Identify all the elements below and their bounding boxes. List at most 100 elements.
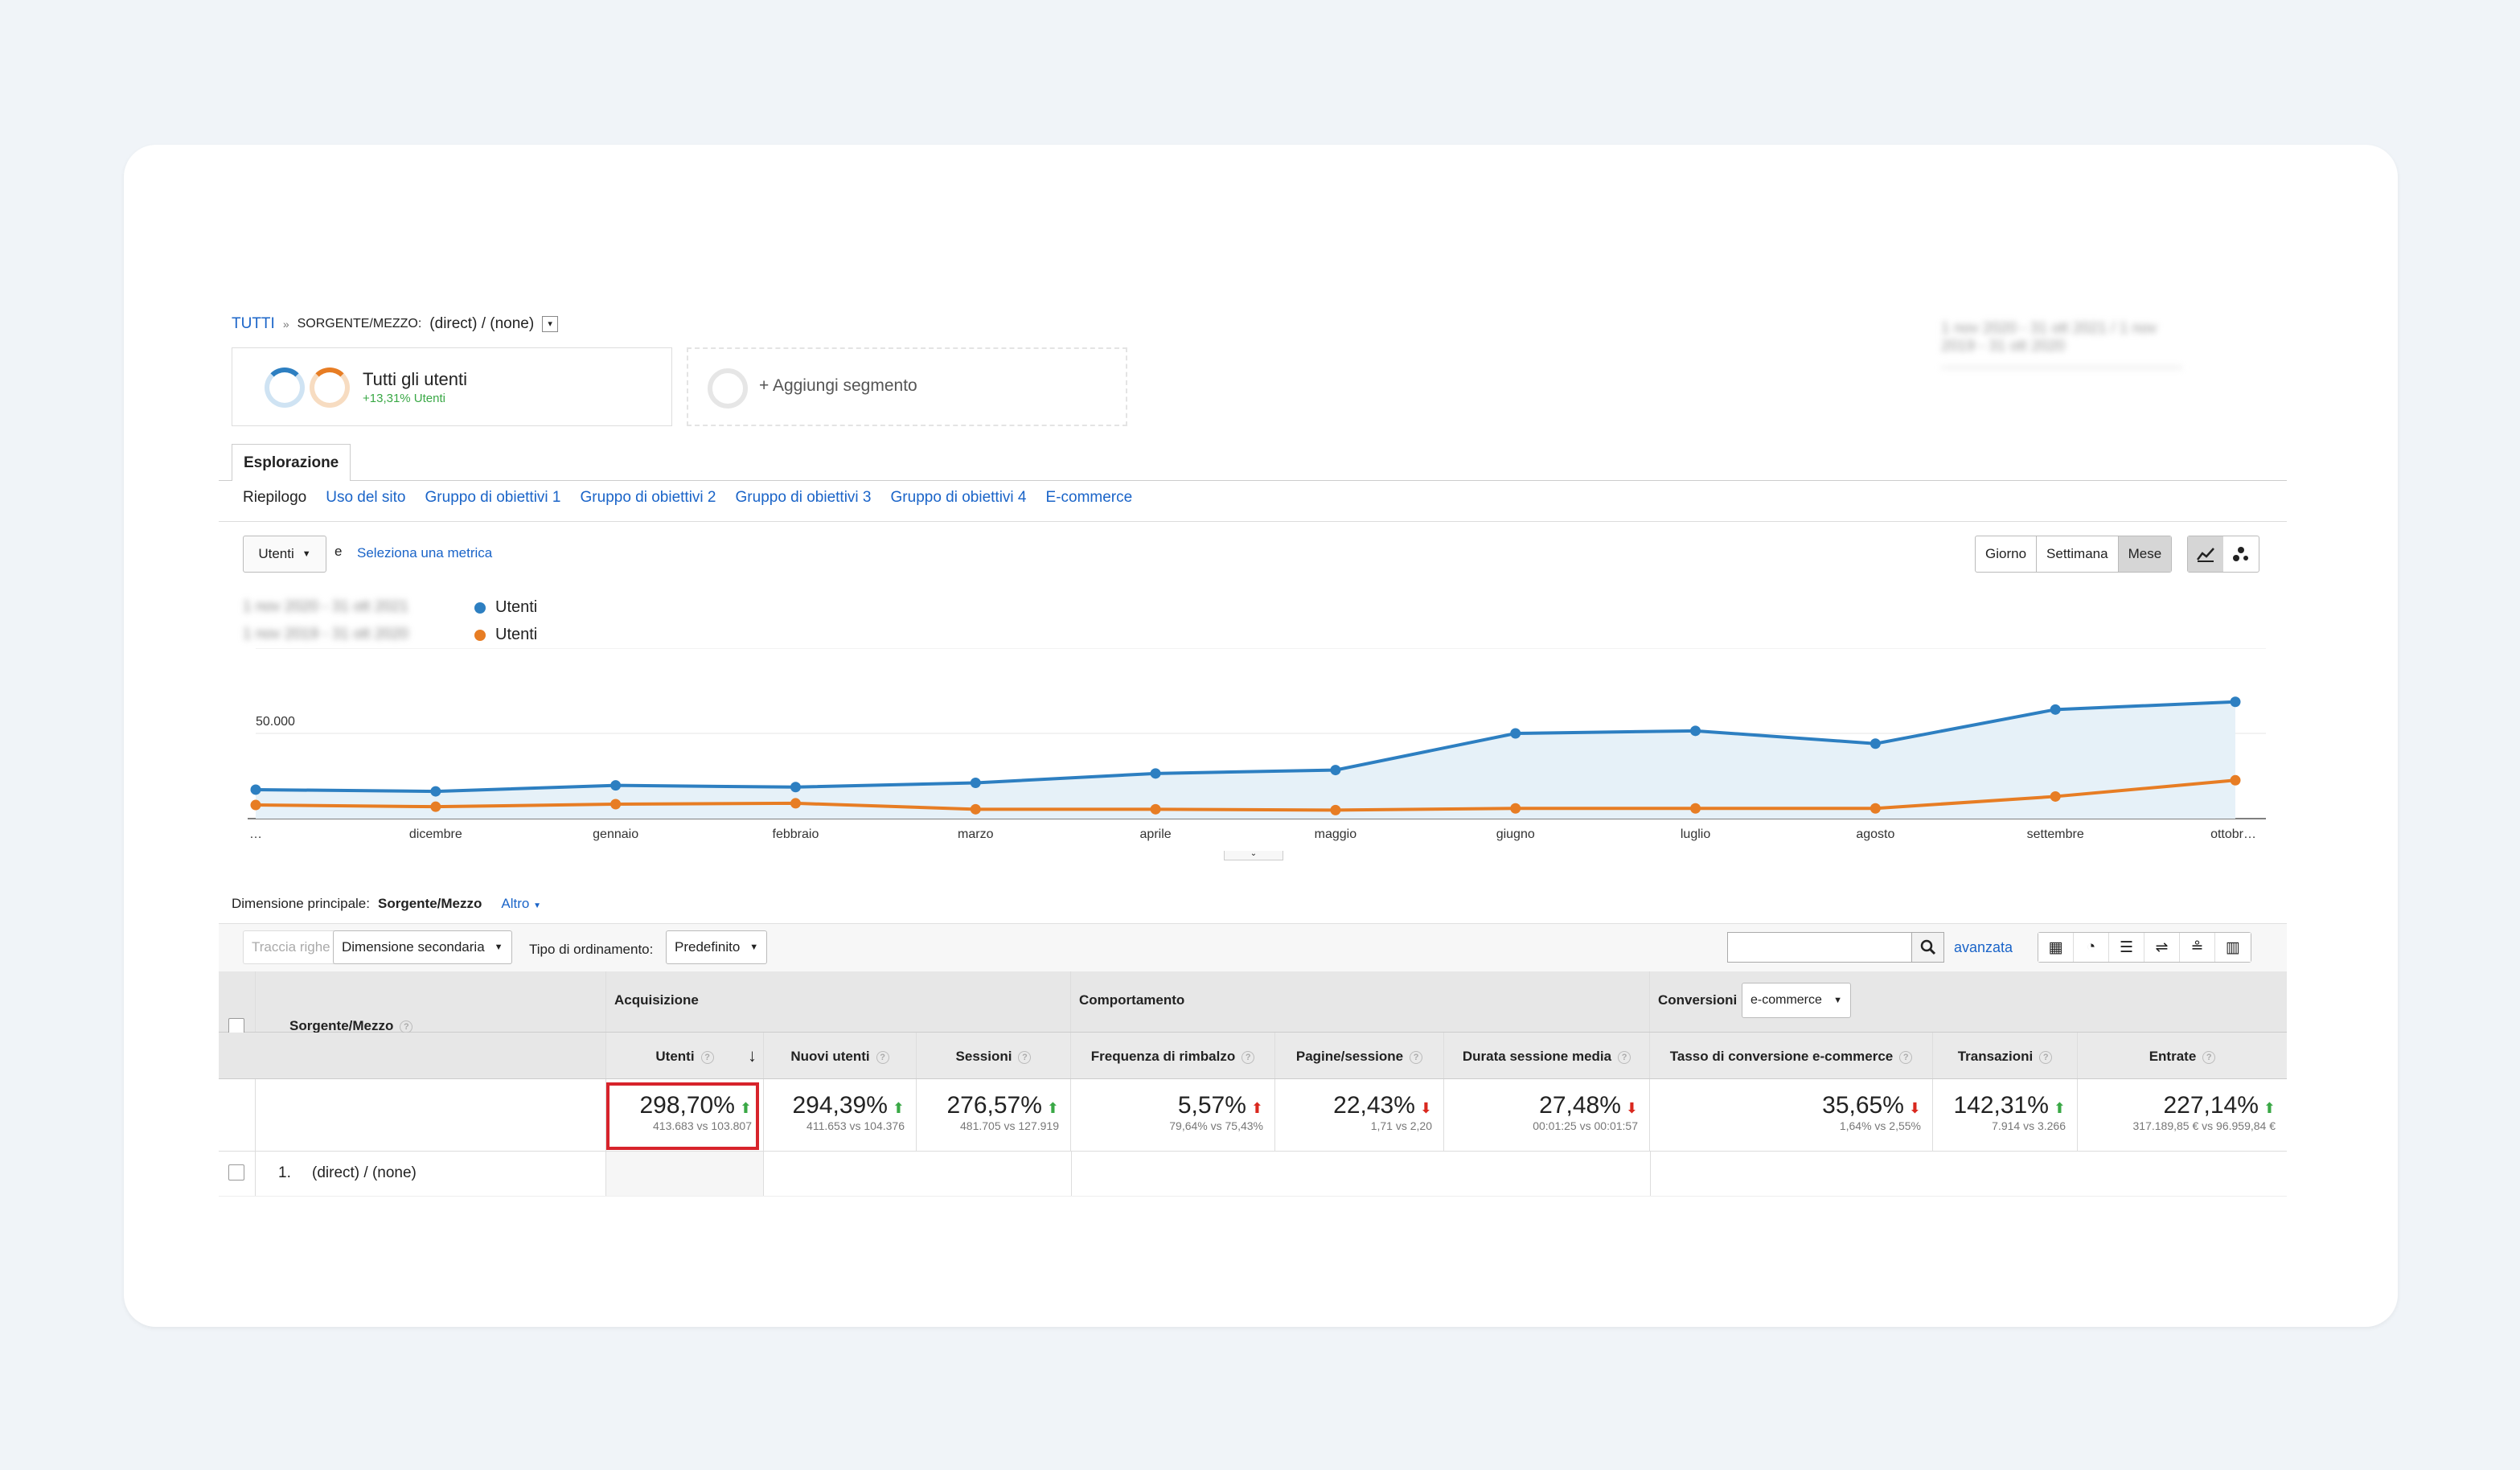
- data-point-previous: [2230, 774, 2241, 786]
- period-week-button[interactable]: Settimana: [2037, 536, 2119, 572]
- search-icon[interactable]: [1912, 932, 1944, 963]
- help-icon[interactable]: ?: [1242, 1050, 1255, 1064]
- subtab-site-usage[interactable]: Uso del sito: [326, 489, 405, 507]
- total-ecommerce-conversion-rate: 35,65% ⬇ 1,64% vs 2,55%: [1650, 1079, 1933, 1151]
- data-point-current: [1510, 728, 1521, 739]
- column-transactions[interactable]: Transazioni?: [1933, 1033, 2078, 1078]
- total-bounce-rate-value: 5,57%: [1177, 1092, 1246, 1119]
- column-ecommerce-conversion-rate[interactable]: Tasso di conversione e-commerce?: [1650, 1033, 1933, 1078]
- performance-view-icon[interactable]: ☰: [2109, 933, 2144, 962]
- data-point-previous: [1150, 803, 1161, 815]
- column-sessions[interactable]: Sessioni?: [917, 1033, 1071, 1078]
- table-view-icon[interactable]: ▦: [2038, 933, 2074, 962]
- column-transactions-label: Transazioni: [1957, 1049, 2034, 1064]
- motion-chart-icon[interactable]: [2223, 536, 2259, 572]
- help-icon[interactable]: ?: [2039, 1050, 2053, 1064]
- advanced-search-link[interactable]: avanzata: [1954, 939, 2013, 956]
- total-new-users-value: 294,39%: [792, 1092, 888, 1119]
- x-tick-label: luglio: [1681, 827, 1710, 841]
- subtab-goal-set-4[interactable]: Gruppo di obiettivi 4: [891, 489, 1027, 507]
- segment-subtitle: +13,31% Utenti: [363, 392, 445, 405]
- data-point-current: [2050, 704, 2061, 715]
- subtab-ecommerce[interactable]: E-commerce: [1046, 489, 1133, 507]
- legend-item-previous: Utenti: [474, 621, 537, 648]
- total-bounce-rate: 5,57% ⬆ 79,64% vs 75,43%: [1071, 1079, 1275, 1151]
- data-point-current: [1869, 738, 1881, 749]
- pivot-view-icon[interactable]: ▥: [2215, 933, 2251, 962]
- x-tick-label: dicembre: [409, 827, 462, 841]
- help-icon[interactable]: ?: [1618, 1050, 1631, 1064]
- group-conversions: Conversioni e-commerce ▼: [1650, 971, 2287, 1032]
- help-icon[interactable]: ?: [1410, 1050, 1423, 1064]
- data-point-previous: [1330, 804, 1341, 815]
- tab-explore[interactable]: Esplorazione: [232, 444, 351, 481]
- totals-spacer: [219, 1079, 256, 1151]
- x-tick-label: gennaio: [593, 827, 638, 841]
- subtab-summary[interactable]: Riepilogo: [243, 489, 306, 507]
- table-search-input[interactable]: [1727, 932, 1912, 963]
- subtab-goal-set-1[interactable]: Gruppo di obiettivi 1: [425, 489, 561, 507]
- row-select-cell: [219, 1152, 256, 1196]
- x-tick-label: ottobr…: [2210, 827, 2256, 841]
- chart-collapse-handle[interactable]: ⌄: [1224, 850, 1283, 860]
- row-index: 1.: [278, 1164, 291, 1181]
- trend-down-icon: ⬇: [1419, 1100, 1432, 1116]
- breadcrumb-dropdown-icon[interactable]: ▾: [542, 316, 559, 332]
- x-tick-label: aprile: [1140, 827, 1172, 841]
- date-range-picker[interactable]: 1 nov 2020 - 31 ott 2021 / 1 nov 2019 - …: [1941, 320, 2182, 368]
- pie-view-icon[interactable]: ◔: [2074, 933, 2109, 962]
- row-dimension-link[interactable]: (direct) / (none): [312, 1164, 417, 1182]
- data-point-current: [2230, 696, 2241, 708]
- breadcrumb: TUTTI » SORGENTE/MEZZO: (direct) / (none…: [232, 315, 559, 333]
- total-avg-session-duration-comparison: 00:01:25 vs 00:01:57: [1533, 1119, 1638, 1132]
- column-avg-session-duration-label: Durata sessione media: [1462, 1049, 1612, 1064]
- line-chart-icon[interactable]: [2188, 536, 2223, 572]
- legend-dot-orange-icon: [474, 629, 486, 641]
- help-icon[interactable]: ?: [876, 1050, 889, 1064]
- segment-all-users[interactable]: Tutti gli utenti +13,31% Utenti: [232, 347, 672, 426]
- total-avg-session-duration: 27,48% ⬇ 00:01:25 vs 00:01:57: [1444, 1079, 1650, 1151]
- help-icon[interactable]: ?: [1018, 1050, 1032, 1064]
- period-day-button[interactable]: Giorno: [1976, 536, 2038, 572]
- subtab-goal-set-2[interactable]: Gruppo di obiettivi 2: [581, 489, 716, 507]
- subtab-goal-set-3[interactable]: Gruppo di obiettivi 3: [736, 489, 872, 507]
- segment-ring-orange-icon: [310, 368, 350, 408]
- total-pages-session: 22,43% ⬇ 1,71 vs 2,20: [1275, 1079, 1444, 1151]
- x-tick-label: …: [249, 827, 262, 841]
- column-new-users[interactable]: Nuovi utenti?: [764, 1033, 917, 1078]
- breadcrumb-root[interactable]: TUTTI: [232, 315, 275, 333]
- data-point-current: [250, 784, 261, 795]
- total-ecommerce-conversion-rate-comparison: 1,64% vs 2,55%: [1839, 1119, 1921, 1132]
- trend-up-icon: ⬆: [2263, 1100, 2276, 1116]
- column-bounce-rate[interactable]: Frequenza di rimbalzo?: [1071, 1033, 1275, 1078]
- metric-dropdown[interactable]: Utenti ▼: [243, 536, 326, 573]
- help-icon[interactable]: ?: [400, 1020, 413, 1033]
- dimension-more-label: Altro: [501, 896, 530, 911]
- conversion-type-dropdown[interactable]: e-commerce ▼: [1742, 983, 1851, 1018]
- total-bounce-rate-comparison: 79,64% vs 75,43%: [1169, 1119, 1263, 1132]
- column-avg-session-duration[interactable]: Durata sessione media?: [1444, 1033, 1650, 1078]
- secondary-dimension-label: Dimensione secondaria: [342, 939, 485, 955]
- sort-type-dropdown[interactable]: Predefinito ▼: [666, 930, 768, 964]
- column-users[interactable]: Utenti? ↓: [606, 1033, 764, 1078]
- column-pages-session[interactable]: Pagine/sessione?: [1275, 1033, 1444, 1078]
- help-icon[interactable]: ?: [1899, 1050, 1913, 1064]
- add-segment-button[interactable]: + Aggiungi segmento: [687, 347, 1127, 426]
- plot-rows-button[interactable]: Traccia righe: [243, 930, 339, 964]
- dimension-more-link[interactable]: Altro ▼: [501, 896, 541, 912]
- row-checkbox[interactable]: [228, 1164, 244, 1181]
- term-cloud-view-icon[interactable]: ≗: [2180, 933, 2215, 962]
- table-group-header: Sorgente/Mezzo? Acquisizione Comportamen…: [219, 971, 2287, 1034]
- help-icon[interactable]: ?: [700, 1050, 714, 1064]
- secondary-dimension-dropdown[interactable]: Dimensione secondaria ▼: [333, 930, 512, 964]
- select-metric-link[interactable]: Seleziona una metrica: [357, 545, 492, 561]
- period-month-button[interactable]: Mese: [2118, 536, 2172, 572]
- help-icon[interactable]: ?: [2202, 1050, 2216, 1064]
- comparison-view-icon[interactable]: ⇌: [2144, 933, 2180, 962]
- select-all-checkbox[interactable]: [228, 1018, 244, 1034]
- header-spacer: [219, 1033, 606, 1078]
- y-tick-label: 50.000: [256, 715, 295, 729]
- dimension-column-header[interactable]: Sorgente/Mezzo?: [289, 1018, 413, 1034]
- column-revenue[interactable]: Entrate?: [2078, 1033, 2287, 1078]
- subtab-divider: [219, 521, 2287, 522]
